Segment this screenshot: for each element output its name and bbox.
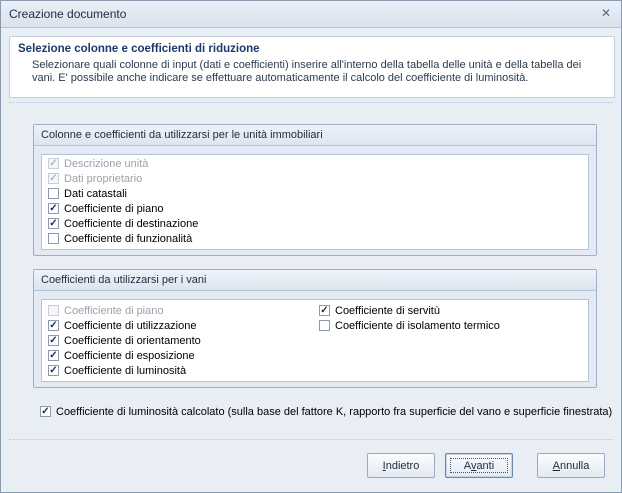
focus-rectangle: [450, 458, 508, 473]
units-item-label: Coefficiente di piano: [64, 203, 164, 215]
rooms-item-label: Coefficiente di servitù: [335, 305, 440, 317]
checkbox[interactable]: [48, 202, 59, 214]
units-item-label: Descrizione unità: [64, 158, 149, 170]
checkbox[interactable]: [48, 364, 59, 376]
rooms-item-label: Coefficiente di utilizzazione: [64, 320, 197, 332]
rooms-item[interactable]: Coefficiente di piano: [48, 304, 163, 319]
checkbox[interactable]: [40, 405, 51, 417]
cancel-button-label: nnulla: [559, 460, 590, 472]
rooms-item[interactable]: Coefficiente di utilizzazione: [48, 319, 196, 334]
header-description: Selezionare quali colonne di input (dati…: [32, 59, 582, 84]
rooms-item[interactable]: Coefficiente di servitù: [319, 304, 440, 319]
luminosity-calculated-label: Coefficiente di luminosità calcolato (su…: [56, 406, 613, 418]
dialog-window: Creazione documento ✕ Selezione colonne …: [0, 0, 622, 493]
window-title: Creazione documento: [9, 7, 127, 21]
rooms-item-label: Coefficiente di isolamento termico: [335, 320, 500, 332]
units-item[interactable]: Dati catastali: [48, 187, 127, 202]
checkbox[interactable]: [48, 232, 59, 244]
footer-divider: [9, 439, 613, 440]
cancel-button-mnemonic: A: [552, 460, 560, 472]
header-title: Selezione colonne e coefficienti di ridu…: [18, 43, 260, 55]
luminosity-calculated-option[interactable]: Coefficiente di luminosità calcolato (su…: [40, 405, 612, 420]
back-button[interactable]: Indietro: [367, 453, 435, 478]
next-button[interactable]: Avanti: [445, 453, 513, 478]
checkbox[interactable]: [48, 349, 59, 361]
checkbox[interactable]: [48, 157, 59, 169]
checkbox[interactable]: [48, 172, 59, 184]
units-item[interactable]: Coefficiente di funzionalità: [48, 232, 192, 247]
rooms-item-label: Coefficiente di esposizione: [64, 350, 195, 362]
units-checklist: Descrizione unità Dati proprietario Dati…: [41, 154, 589, 250]
checkbox[interactable]: [319, 304, 330, 316]
rooms-group: Coefficienti da utilizzarsi per i vani C…: [33, 269, 597, 388]
units-item-label: Coefficiente di destinazione: [64, 218, 199, 230]
checkbox[interactable]: [48, 304, 59, 316]
units-item[interactable]: Coefficiente di piano: [48, 202, 163, 217]
rooms-checklist: Coefficiente di piano Coefficiente di ut…: [41, 299, 589, 382]
units-item[interactable]: Coefficiente di destinazione: [48, 217, 198, 232]
cancel-button[interactable]: Annulla: [537, 453, 605, 478]
rooms-item[interactable]: Coefficiente di isolamento termico: [319, 319, 500, 334]
back-button-label: ndietro: [385, 460, 420, 472]
rooms-group-title: Coefficienti da utilizzarsi per i vani: [34, 270, 596, 291]
rooms-item[interactable]: Coefficiente di orientamento: [48, 334, 201, 349]
checkbox[interactable]: [319, 319, 330, 331]
units-item-label: Dati catastali: [64, 188, 127, 200]
checkbox[interactable]: [48, 334, 59, 346]
rooms-item-label: Coefficiente di luminosità: [64, 365, 187, 377]
checkbox[interactable]: [48, 217, 59, 229]
rooms-item-label: Coefficiente di piano: [64, 305, 164, 317]
units-item[interactable]: Dati proprietario: [48, 172, 142, 187]
units-group: Colonne e coefficienti da utilizzarsi pe…: [33, 124, 597, 256]
units-item-label: Coefficiente di funzionalità: [64, 233, 193, 245]
title-bar: Creazione documento ✕: [1, 1, 621, 28]
units-item[interactable]: Descrizione unità: [48, 157, 148, 172]
header-divider: [9, 102, 613, 103]
rooms-item[interactable]: Coefficiente di luminosità: [48, 364, 186, 379]
checkbox[interactable]: [48, 319, 59, 331]
rooms-item-label: Coefficiente di orientamento: [64, 335, 201, 347]
units-item-label: Dati proprietario: [64, 173, 143, 185]
rooms-item[interactable]: Coefficiente di esposizione: [48, 349, 195, 364]
units-group-title: Colonne e coefficienti da utilizzarsi pe…: [34, 125, 596, 146]
close-icon[interactable]: ✕: [599, 6, 613, 20]
checkbox[interactable]: [48, 187, 59, 199]
wizard-header: Selezione colonne e coefficienti di ridu…: [9, 36, 615, 98]
